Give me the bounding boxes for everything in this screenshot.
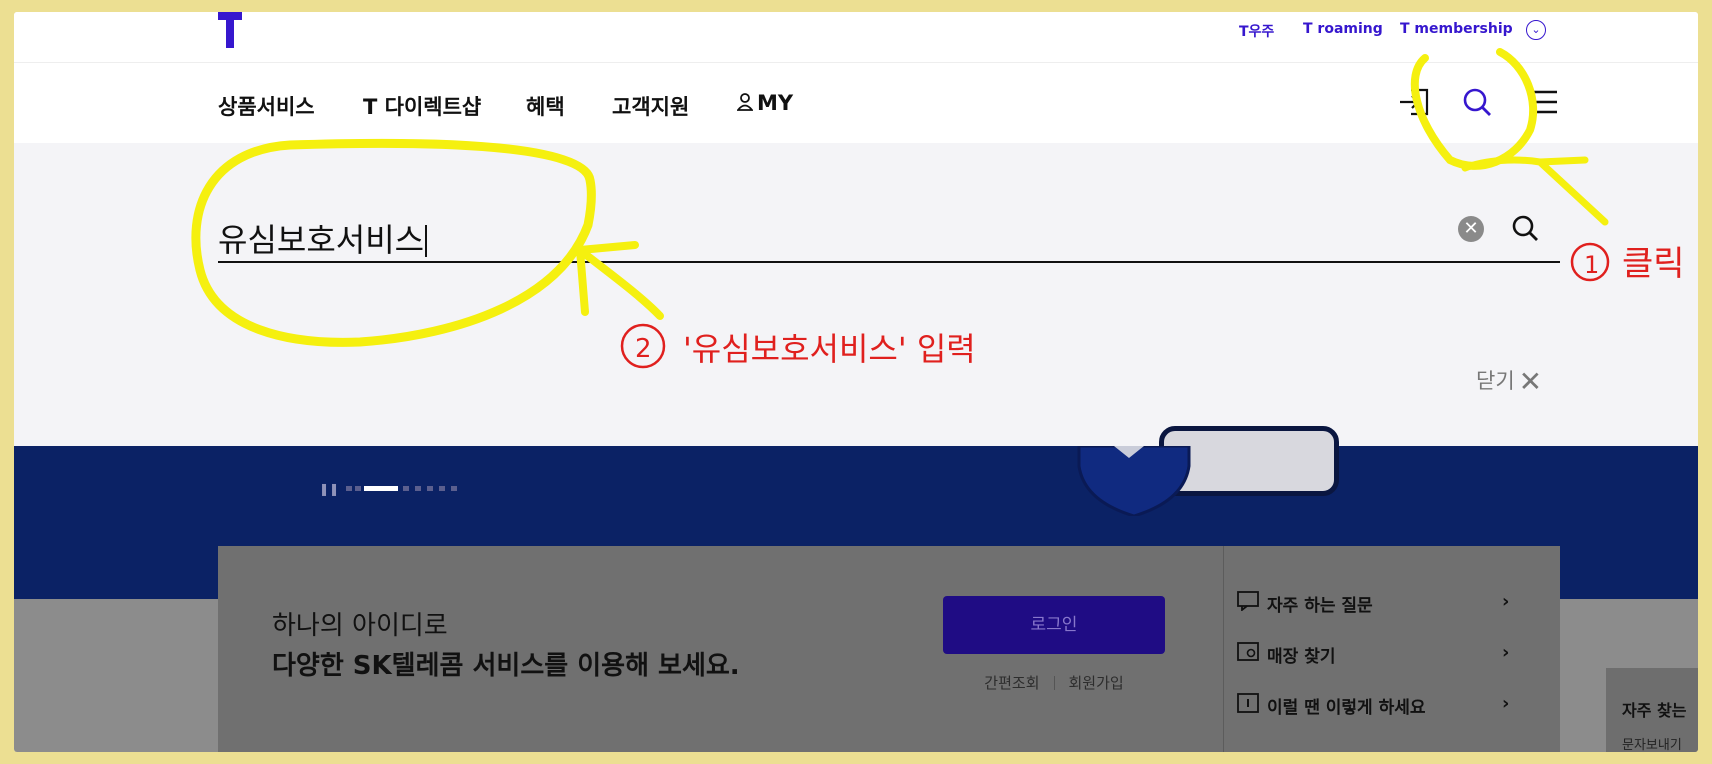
- chevron-right-icon: ›: [1502, 642, 1510, 663]
- menu-icon[interactable]: [1527, 85, 1561, 119]
- close-search-label: 닫기: [1476, 369, 1515, 393]
- divider: [1053, 676, 1055, 690]
- side-item-guide-label: 이럴 땐 이렇게 하세요: [1267, 698, 1426, 718]
- pager-dot-active[interactable]: [364, 486, 398, 491]
- pager-dot[interactable]: [439, 486, 445, 491]
- annotation-step1-label: 클릭: [1622, 244, 1685, 284]
- chat-icon: [1237, 591, 1259, 611]
- join-link[interactable]: 회원가입: [1069, 674, 1124, 692]
- pager-dot[interactable]: [346, 486, 352, 491]
- side-item-faq[interactable]: 자주 하는 질문 ›: [1237, 591, 1509, 616]
- login-card-line2: 다양한 SK텔레콤 서비스를 이용해 보세요.: [272, 651, 740, 681]
- floating-panel: 자주 찾는 문자보내기: [1606, 668, 1698, 752]
- page: T우주 T roaming T membership ⌄ 상품서비스 T 다이렉…: [14, 12, 1698, 752]
- pager-dot[interactable]: [403, 486, 409, 491]
- pager-dot[interactable]: [451, 486, 457, 491]
- utility-bar: T우주 T roaming T membership ⌄: [14, 12, 1698, 63]
- chevron-right-icon: ›: [1502, 693, 1510, 714]
- chevron-right-icon: ›: [1502, 591, 1510, 612]
- side-item-store-label: 매장 찾기: [1267, 647, 1336, 667]
- card-divider: [1223, 546, 1224, 752]
- logo-stem: [226, 12, 234, 48]
- clear-icon[interactable]: ✕: [1458, 216, 1484, 242]
- search-input-value: 유심보호서비스: [218, 221, 425, 259]
- util-link-roaming[interactable]: T roaming: [1303, 21, 1383, 37]
- nav-item-products[interactable]: 상품서비스: [218, 91, 315, 121]
- nav-item-support[interactable]: 고객지원: [612, 91, 689, 121]
- search-layer: 유심보호서비스 ✕ 닫기 ✕: [14, 143, 1698, 446]
- floating-title[interactable]: 자주 찾는: [1622, 697, 1686, 721]
- nav-item-my[interactable]: MY: [736, 91, 794, 115]
- pager-dot[interactable]: [355, 486, 361, 491]
- util-link-tuju[interactable]: T우주: [1239, 21, 1274, 41]
- login-card-line1: 하나의 아이디로: [272, 611, 448, 641]
- login-card-text: 하나의 아이디로 다양한 SK텔레콤 서비스를 이용해 보세요.: [272, 606, 740, 686]
- shield-icon: [1077, 446, 1191, 516]
- global-nav: 상품서비스 T 다이렉트샵 혜택 고객지원 MY: [14, 63, 1698, 143]
- util-link-membership[interactable]: T membership: [1400, 21, 1513, 37]
- login-icon[interactable]: [1397, 85, 1431, 119]
- floating-subtitle[interactable]: 문자보내기: [1622, 734, 1682, 752]
- user-icon: [736, 93, 754, 111]
- store-search-icon: [1237, 642, 1259, 661]
- search-submit-icon[interactable]: [1510, 213, 1542, 245]
- login-card: 하나의 아이디로 다양한 SK텔레콤 서비스를 이용해 보세요. 로그인 간편조…: [218, 546, 1560, 752]
- info-icon: [1237, 693, 1259, 713]
- quick-links: 간편조회 회원가입: [943, 672, 1165, 693]
- login-button[interactable]: 로그인: [943, 596, 1165, 654]
- nav-item-benefits[interactable]: 혜택: [526, 91, 565, 121]
- pause-icon[interactable]: ❚❚: [319, 482, 339, 496]
- search-underline: [218, 261, 1560, 263]
- close-search-button[interactable]: 닫기 ✕: [1476, 365, 1542, 398]
- pager-dot[interactable]: [415, 486, 421, 491]
- t-logo[interactable]: [218, 12, 242, 48]
- simple-inquiry-link[interactable]: 간편조회: [984, 674, 1039, 692]
- chevron-down-circle-icon[interactable]: ⌄: [1526, 20, 1546, 40]
- side-item-faq-label: 자주 하는 질문: [1267, 596, 1373, 616]
- side-item-guide[interactable]: 이럴 땐 이렇게 하세요 ›: [1237, 693, 1509, 718]
- pager-dot[interactable]: [427, 486, 433, 491]
- nav-item-my-label: MY: [757, 91, 794, 115]
- annotation-step2-label: '유심보호서비스' 입력: [683, 330, 976, 368]
- search-input[interactable]: 유심보호서비스: [218, 215, 428, 261]
- nav-item-direct-shop[interactable]: T 다이렉트샵: [363, 91, 481, 121]
- text-caret: [425, 225, 428, 257]
- close-icon: ✕: [1518, 365, 1543, 398]
- side-item-store[interactable]: 매장 찾기 ›: [1237, 642, 1509, 667]
- search-icon[interactable]: [1460, 85, 1494, 119]
